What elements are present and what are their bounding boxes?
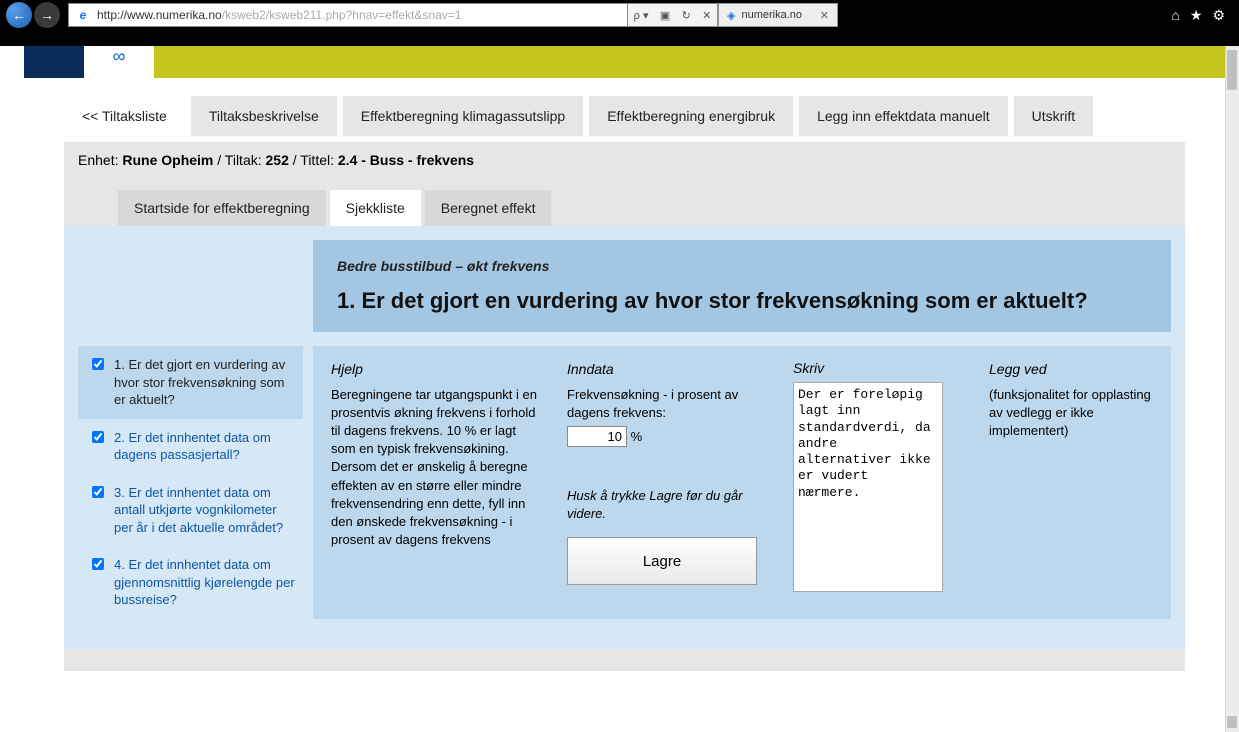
skriv-heading: Skriv — [793, 360, 963, 376]
frequency-unit: % — [631, 429, 643, 444]
logo-icon: ∞ — [84, 46, 154, 78]
header-accent — [154, 46, 1225, 78]
checklist-column: 1. Er det gjort en vurdering av hvor sto… — [78, 346, 313, 619]
sub-tab-bar: Startside for effektberegning Sjekkliste… — [104, 178, 1145, 226]
footer-spacer — [64, 649, 1185, 671]
attach-heading: Legg ved — [989, 360, 1153, 380]
browser-tab[interactable]: ◈ numerika.no ✕ — [718, 3, 838, 27]
home-icon[interactable]: ⌂ — [1171, 7, 1179, 24]
favorites-icon[interactable]: ★ — [1190, 7, 1203, 24]
address-bar[interactable]: e http://www.numerika.no/ksweb2/ksweb211… — [68, 3, 628, 27]
subtab-beregnet-effekt[interactable]: Beregnet effekt — [425, 190, 552, 226]
label-tittel: / Tittel: — [289, 152, 338, 168]
inndata-heading: Inndata — [567, 360, 767, 380]
question-subtitle: Bedre busstilbud – økt frekvens — [337, 258, 1147, 274]
favicon-icon: ◈ — [727, 9, 735, 22]
nav-back-button[interactable]: ← — [6, 2, 32, 28]
tab-effekt-energi[interactable]: Effektberegning energibruk — [589, 96, 793, 136]
main-tab-bar: << Tiltaksliste Tiltaksbeskrivelse Effek… — [24, 78, 1225, 136]
save-button[interactable]: Lagre — [567, 537, 757, 585]
subtab-sjekkliste[interactable]: Sjekkliste — [330, 190, 421, 226]
checklist-text-3[interactable]: 3. Er det innhentet data om antall utkjø… — [114, 484, 295, 537]
value-tiltak: 252 — [266, 152, 289, 168]
checklist-checkbox-4[interactable] — [92, 558, 104, 570]
checklist-text-4[interactable]: 4. Er det innhentet data om gjennomsnitt… — [114, 556, 295, 609]
page-viewport: ∞ << Tiltaksliste Tiltaksbeskrivelse Eff… — [0, 46, 1239, 732]
subtab-startside[interactable]: Startside for effektberegning — [118, 190, 326, 226]
question-title: 1. Er det gjort en vurdering av hvor sto… — [337, 288, 1147, 314]
value-tittel: 2.4 - Buss - frekvens — [338, 152, 474, 168]
vertical-scrollbar[interactable] — [1225, 46, 1239, 732]
help-column: Hjelp Beregningene tar utgangspunkt i en… — [331, 360, 541, 605]
checklist-item-3[interactable]: 3. Er det innhentet data om antall utkjø… — [78, 474, 303, 547]
compat-icon[interactable]: ▣ — [660, 9, 670, 22]
tab-manuell-effektdata[interactable]: Legg inn effektdata manuelt — [799, 96, 1008, 136]
tab-title: numerika.no — [741, 9, 802, 21]
checklist-text-2[interactable]: 2. Er det innhentet data om dagens passa… — [114, 429, 295, 464]
checklist-item-2[interactable]: 2. Er det innhentet data om dagens passa… — [78, 419, 303, 474]
help-text: Beregningene tar utgangspunkt i en prose… — [331, 386, 541, 550]
checklist-checkbox-3[interactable] — [92, 486, 104, 498]
url-path: /ksweb2/ksweb211.php?hnav=effekt&snav=1 — [222, 8, 462, 22]
refresh-icon[interactable]: ↻ — [682, 9, 691, 22]
back-to-list-link[interactable]: << Tiltaksliste — [64, 96, 185, 136]
save-hint: Husk å trykke Lagre før du går videre. — [567, 487, 767, 523]
unit-breadcrumb: Enhet: Rune Opheim / Tiltak: 252 / Titte… — [64, 142, 1185, 178]
label-enhet: Enhet: — [78, 152, 122, 168]
attach-text: (funksjonalitet for opplasting av vedleg… — [989, 386, 1153, 441]
skriv-column: Skriv — [793, 360, 963, 605]
stop-icon[interactable]: ✕ — [702, 9, 711, 22]
frequency-input[interactable] — [567, 426, 627, 447]
skriv-textarea[interactable] — [793, 382, 943, 592]
checklist-item-1[interactable]: 1. Er det gjort en vurdering av hvor sto… — [78, 346, 303, 419]
inndata-column: Inndata Frekvensøkning - i prosent av da… — [567, 360, 767, 605]
settings-icon[interactable]: ⚙ — [1212, 7, 1225, 24]
question-header: Bedre busstilbud – økt frekvens 1. Er de… — [313, 240, 1171, 332]
attach-column: Legg ved (funksjonalitet for opplasting … — [989, 360, 1153, 605]
value-enhet: Rune Opheim — [122, 152, 213, 168]
tab-utskrift[interactable]: Utskrift — [1014, 96, 1094, 136]
checklist-text-1: 1. Er det gjort en vurdering av hvor sto… — [114, 356, 295, 409]
content-area: Bedre busstilbud – økt frekvens 1. Er de… — [64, 226, 1185, 649]
search-icon[interactable]: ρ ▾ — [634, 9, 649, 22]
label-tiltak: / Tiltak: — [213, 152, 265, 168]
tab-tiltaksbeskrivelse[interactable]: Tiltaksbeskrivelse — [191, 96, 337, 136]
checklist-checkbox-1[interactable] — [92, 358, 104, 370]
detail-panel: Hjelp Beregningene tar utgangspunkt i en… — [313, 346, 1171, 619]
nav-forward-button[interactable]: → — [34, 2, 60, 28]
checklist-checkbox-2[interactable] — [92, 431, 104, 443]
tab-strip: ◈ numerika.no ✕ — [718, 3, 838, 27]
tab-close-icon[interactable]: ✕ — [820, 9, 829, 22]
browser-chrome: ← → e http://www.numerika.no/ksweb2/kswe… — [0, 0, 1239, 46]
inndata-label: Frekvensøkning - i prosent av dagens fre… — [567, 386, 767, 422]
site-header: ∞ — [24, 46, 1225, 78]
tab-effekt-klimagass[interactable]: Effektberegning klimagassutslipp — [343, 96, 583, 136]
ie-icon: e — [73, 5, 93, 25]
address-tools: ρ ▾ ▣ ↻ ✕ — [628, 3, 718, 27]
help-heading: Hjelp — [331, 360, 541, 380]
url-host: http://www.numerika.no — [97, 8, 222, 22]
checklist-item-4[interactable]: 4. Er det innhentet data om gjennomsnitt… — [78, 546, 303, 619]
logo-box — [24, 46, 84, 78]
